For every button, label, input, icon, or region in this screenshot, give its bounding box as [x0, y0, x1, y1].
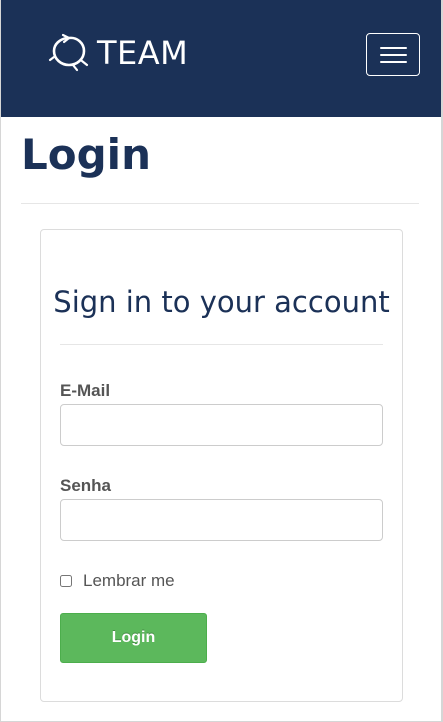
remember-me-label[interactable]: Lembrar me: [83, 570, 175, 592]
top-navbar: TEAM: [1, 0, 441, 117]
remember-me-row: Lembrar me: [60, 570, 175, 592]
card-divider: [60, 344, 383, 345]
app-frame: TEAM Login Sign in to your account E-Mai…: [0, 0, 443, 722]
email-field[interactable]: [60, 404, 383, 446]
login-card: Sign in to your account E-Mail Senha Lem…: [40, 229, 403, 702]
brand-logo[interactable]: TEAM: [47, 32, 188, 74]
brand-name: TEAM: [97, 34, 189, 72]
login-button[interactable]: Login: [60, 613, 207, 663]
password-label: Senha: [60, 476, 112, 495]
team-loop-logo-icon: [48, 33, 89, 72]
menu-toggle-button[interactable]: [366, 33, 420, 76]
login-heading: Sign in to your account: [53, 285, 390, 319]
remember-me-checkbox[interactable]: [60, 575, 72, 587]
page-title: Login: [21, 130, 151, 179]
password-field[interactable]: [60, 499, 383, 541]
email-label: E-Mail: [60, 381, 111, 400]
title-divider: [21, 203, 419, 204]
